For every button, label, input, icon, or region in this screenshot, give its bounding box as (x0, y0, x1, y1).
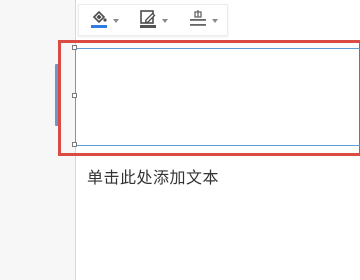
text-align-icon (187, 7, 209, 33)
fill-color-icon (88, 7, 110, 33)
textbox-placeholder[interactable]: 单击此处添加文本 (87, 164, 219, 188)
presentation-editor: 单击此处添加文本 (0, 0, 360, 280)
chevron-down-icon (113, 18, 120, 23)
outline-color-button[interactable] (135, 7, 170, 33)
top-left-handle[interactable] (72, 45, 77, 50)
chevron-down-icon (162, 18, 169, 23)
chevron-down-icon (211, 18, 218, 23)
bottom-left-handle[interactable] (72, 142, 77, 147)
fill-color-button[interactable] (86, 7, 121, 33)
text-align-button[interactable] (185, 7, 220, 33)
textbox-selection-frame[interactable] (75, 48, 360, 146)
middle-left-handle[interactable] (72, 93, 77, 98)
floating-toolbar (78, 4, 228, 36)
outline-color-icon (137, 7, 159, 33)
